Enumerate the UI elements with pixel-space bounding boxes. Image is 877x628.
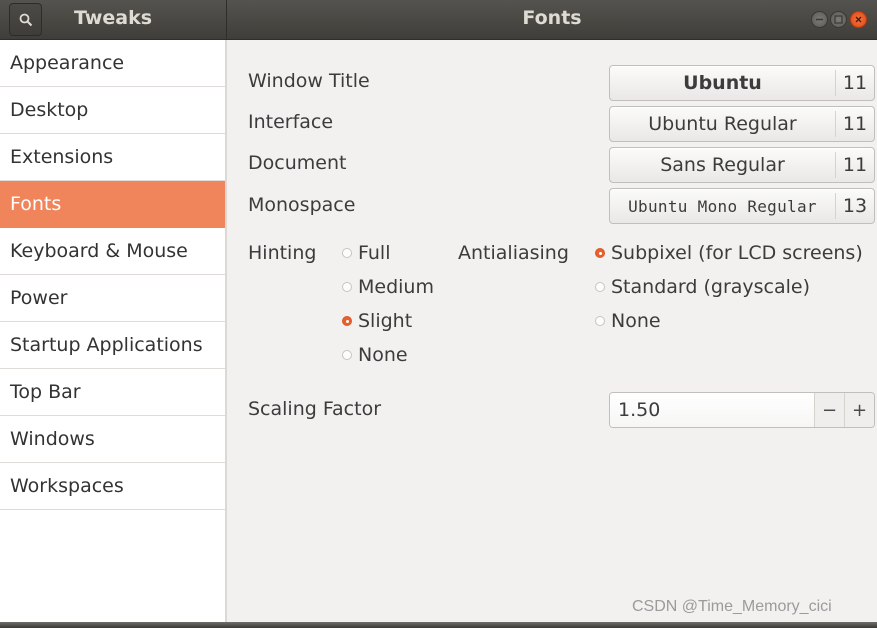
hinting-medium-radio[interactable]: Medium	[342, 276, 434, 298]
interface-font-size: 11	[842, 113, 868, 135]
monospace-font-name: Ubuntu Mono Regular	[628, 196, 817, 216]
sidebar-item-desktop[interactable]: Desktop	[0, 87, 225, 134]
document-font-button[interactable]: Sans Regular 11	[609, 147, 875, 183]
radio-indicator	[342, 316, 352, 326]
hinting-none-radio[interactable]: None	[342, 344, 408, 366]
search-button[interactable]	[9, 3, 42, 36]
radio-label: None	[611, 310, 661, 332]
title-bar: Tweaks Fonts	[0, 0, 877, 40]
sidebar-item-windows[interactable]: Windows	[0, 416, 225, 463]
monospace-font-size: 13	[842, 195, 868, 217]
radio-indicator	[342, 350, 352, 360]
window-title-font-size: 11	[842, 72, 868, 94]
sidebar-item-label: Keyboard & Mouse	[10, 240, 188, 262]
search-icon	[19, 13, 32, 26]
close-button[interactable]	[850, 11, 867, 28]
window-shadow	[0, 622, 877, 628]
monospace-label: Monospace	[248, 194, 356, 216]
scaling-factor-label: Scaling Factor	[248, 398, 382, 420]
sidebar-item-power[interactable]: Power	[0, 275, 225, 322]
sidebar-item-fonts[interactable]: Fonts	[0, 181, 225, 228]
antialiasing-label: Antialiasing	[458, 242, 569, 264]
radio-indicator	[595, 248, 605, 258]
increment-button[interactable]: +	[844, 393, 874, 427]
sidebar-item-keyboard-mouse[interactable]: Keyboard & Mouse	[0, 228, 225, 275]
sidebar-item-label: Fonts	[10, 193, 62, 215]
sidebar-item-top-bar[interactable]: Top Bar	[0, 369, 225, 416]
sidebar-item-label: Power	[10, 287, 68, 309]
radio-label: Full	[358, 242, 391, 264]
radio-label: Subpixel (for LCD screens)	[611, 242, 863, 264]
tweaks-window: Tweaks Fonts Appearance Desktop Extensio…	[0, 0, 877, 622]
antialiasing-subpixel-radio[interactable]: Subpixel (for LCD screens)	[595, 242, 863, 264]
hinting-slight-radio[interactable]: Slight	[342, 310, 412, 332]
app-title: Tweaks	[74, 7, 153, 29]
radio-label: None	[358, 344, 408, 366]
interface-font-name: Ubuntu Regular	[648, 113, 797, 135]
document-label: Document	[248, 152, 347, 174]
hinting-full-radio[interactable]: Full	[342, 242, 391, 264]
sidebar-item-label: Windows	[10, 428, 95, 450]
radio-label: Standard (grayscale)	[611, 276, 811, 298]
decrement-button[interactable]: −	[814, 393, 844, 427]
maximize-button[interactable]	[830, 11, 847, 28]
sidebar-item-appearance[interactable]: Appearance	[0, 40, 225, 87]
sidebar-item-workspaces[interactable]: Workspaces	[0, 463, 225, 510]
window-title-font-name: Ubuntu	[683, 72, 762, 94]
radio-indicator	[595, 316, 605, 326]
sidebar: Appearance Desktop Extensions Fonts Keyb…	[0, 40, 227, 622]
fonts-panel: Window Title Ubuntu 11 Interface Ubuntu …	[227, 40, 877, 622]
scaling-factor-input[interactable]: 1.50	[610, 393, 814, 427]
monospace-font-button[interactable]: Ubuntu Mono Regular 13	[609, 188, 875, 224]
scaling-factor-spinner: 1.50 − +	[609, 392, 875, 428]
watermark: CSDN @Time_Memory_cici	[632, 598, 832, 615]
interface-font-button[interactable]: Ubuntu Regular 11	[609, 106, 875, 142]
sidebar-item-label: Startup Applications	[10, 334, 203, 356]
sidebar-item-label: Extensions	[10, 146, 114, 168]
sidebar-item-extensions[interactable]: Extensions	[0, 134, 225, 181]
sidebar-item-label: Workspaces	[10, 475, 124, 497]
sidebar-item-label: Desktop	[10, 99, 89, 121]
document-font-name: Sans Regular	[660, 154, 785, 176]
radio-indicator	[595, 282, 605, 292]
hinting-label: Hinting	[248, 242, 317, 264]
antialiasing-standard-radio[interactable]: Standard (grayscale)	[595, 276, 810, 298]
antialiasing-none-radio[interactable]: None	[595, 310, 661, 332]
sidebar-item-label: Appearance	[10, 52, 125, 74]
sidebar-item-startup-applications[interactable]: Startup Applications	[0, 322, 225, 369]
minus-icon: −	[821, 399, 838, 421]
close-icon	[855, 16, 862, 23]
document-font-size: 11	[842, 154, 868, 176]
radio-indicator	[342, 248, 352, 258]
plus-icon: +	[851, 399, 868, 421]
radio-label: Slight	[358, 310, 413, 332]
radio-indicator	[342, 282, 352, 292]
minimize-button[interactable]	[811, 11, 828, 28]
maximize-icon	[834, 15, 843, 24]
sidebar-item-label: Top Bar	[10, 381, 81, 403]
radio-label: Medium	[358, 276, 434, 298]
page-title: Fonts	[522, 7, 582, 29]
window-title-label: Window Title	[248, 70, 370, 92]
minimize-icon	[816, 18, 823, 21]
interface-label: Interface	[248, 111, 334, 133]
window-title-font-button[interactable]: Ubuntu 11	[609, 65, 875, 101]
